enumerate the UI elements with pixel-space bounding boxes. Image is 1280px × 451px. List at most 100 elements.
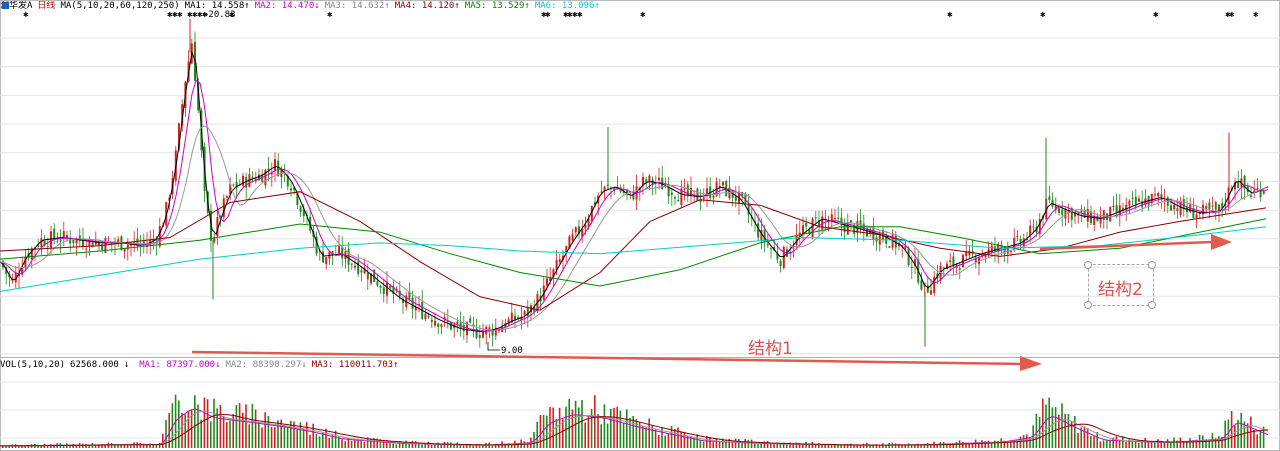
volume-bar — [821, 444, 823, 448]
volume-bar — [654, 428, 657, 448]
candle-body — [53, 228, 56, 240]
volume-bar — [472, 445, 474, 448]
volume-bar — [590, 408, 593, 448]
candle-body — [1016, 235, 1019, 237]
candle-body — [376, 281, 379, 286]
resize-handle-bl[interactable] — [1084, 301, 1092, 309]
volume-bar — [94, 445, 97, 448]
candle-body — [766, 244, 769, 246]
candle-body — [440, 324, 443, 327]
resize-handle-br[interactable] — [1148, 301, 1156, 309]
volume-bar — [603, 404, 606, 448]
volume-bar — [1259, 431, 1262, 448]
candle-body — [805, 223, 808, 227]
volume-bar — [1154, 442, 1156, 448]
candle-body — [1205, 206, 1208, 209]
volume-bar — [546, 415, 548, 448]
candle-body — [814, 217, 817, 219]
candle-body — [242, 175, 244, 186]
candle-body — [1160, 194, 1163, 197]
candle-body — [1163, 199, 1166, 201]
volume-bar — [1038, 416, 1041, 448]
candle-body — [1010, 251, 1012, 253]
candle-body — [930, 290, 932, 295]
volume-bar — [104, 445, 106, 448]
volume-bar — [1054, 407, 1057, 448]
chart-canvas[interactable]: ✱ ✱ ✱ ✱ ✱ ✱ ✱ ✱ ✱ ✱ ✱✱ ✱✱ ✱ ✱ ✱ ✱ ✱ ✱ ✱✱ ✱←20.839.00 — [0, 0, 1280, 451]
volume-bar — [1115, 436, 1118, 448]
event-marker: ✱ — [577, 10, 583, 20]
vol-ma-value-3: MA3: 110011.703↑ — [311, 360, 399, 370]
candle-body — [299, 206, 302, 212]
volume-bar — [1083, 426, 1086, 448]
volume-bar — [578, 407, 580, 448]
volume-bar — [734, 438, 737, 448]
volume-bar — [229, 420, 231, 448]
candle-body — [1131, 197, 1134, 199]
volume-bar — [610, 408, 612, 448]
candle-body — [949, 260, 952, 263]
candle-body — [834, 217, 836, 219]
volume-bar — [88, 445, 90, 448]
volume-bar — [82, 443, 84, 448]
structure1-annotation[interactable]: 结构1 — [748, 334, 793, 359]
volume-bar — [830, 445, 833, 448]
candle-body — [782, 246, 785, 268]
structure2-annotation[interactable]: 结构2 — [1098, 275, 1143, 300]
candle-body — [450, 322, 452, 330]
volume-bar — [414, 441, 417, 448]
vol-ma-values: MA1: 87397.000↓ MA2: 88390.297↓ MA3: 11001… — [139, 360, 403, 370]
resize-handle-tr[interactable] — [1148, 261, 1156, 269]
volume-bar — [779, 444, 782, 448]
resize-handle-tl[interactable] — [1084, 261, 1092, 269]
volume-bar — [1048, 397, 1050, 448]
volume-bar — [712, 442, 714, 448]
candle-body — [1112, 205, 1115, 208]
volume-bar — [1106, 440, 1108, 448]
volume-bar — [987, 440, 990, 448]
candle-body — [123, 248, 126, 252]
candle-body — [424, 313, 427, 320]
candle-body — [126, 244, 129, 250]
candle-body — [702, 197, 705, 200]
volume-bar — [718, 441, 721, 448]
volume-bar — [408, 443, 410, 448]
candle-body — [72, 239, 75, 244]
volume-bar — [258, 422, 260, 448]
high-price-label: ←20.83 — [203, 10, 236, 20]
volume-bar — [462, 445, 465, 448]
candle-body — [779, 260, 782, 267]
candle-body — [546, 278, 548, 286]
volume-bar — [424, 444, 426, 448]
volume-bar — [1189, 438, 1191, 448]
volume-bar — [917, 443, 919, 448]
candle-body — [1134, 196, 1137, 204]
volume-bar — [325, 428, 327, 448]
candle-body — [341, 247, 344, 259]
volume-bar — [955, 441, 958, 448]
volume-bar — [1157, 439, 1159, 448]
volume-bar — [811, 442, 814, 448]
app-icon — [2, 2, 9, 9]
volume-bar — [677, 427, 679, 448]
low-price-label: 9.00 — [501, 346, 523, 356]
candle-body — [46, 246, 49, 248]
candle-body — [600, 191, 603, 193]
candle-body — [274, 159, 276, 171]
volume-bar — [72, 443, 74, 448]
candle-body — [802, 225, 804, 235]
candle-body — [1109, 206, 1112, 222]
volume-bar — [181, 412, 183, 448]
candle-body — [1048, 196, 1051, 200]
volume-bar — [315, 434, 318, 448]
volume-bar — [696, 434, 698, 448]
volume-bar — [738, 439, 740, 448]
volume-bar — [110, 443, 113, 448]
vol-value: 62568.000 ↓ — [70, 360, 130, 370]
volume-bar — [962, 441, 964, 448]
volume-bar — [1099, 441, 1102, 448]
candle-body — [603, 186, 606, 191]
event-marker: ✱ — [1253, 10, 1259, 20]
volume-bar — [261, 427, 263, 448]
candle-body — [1022, 238, 1025, 247]
